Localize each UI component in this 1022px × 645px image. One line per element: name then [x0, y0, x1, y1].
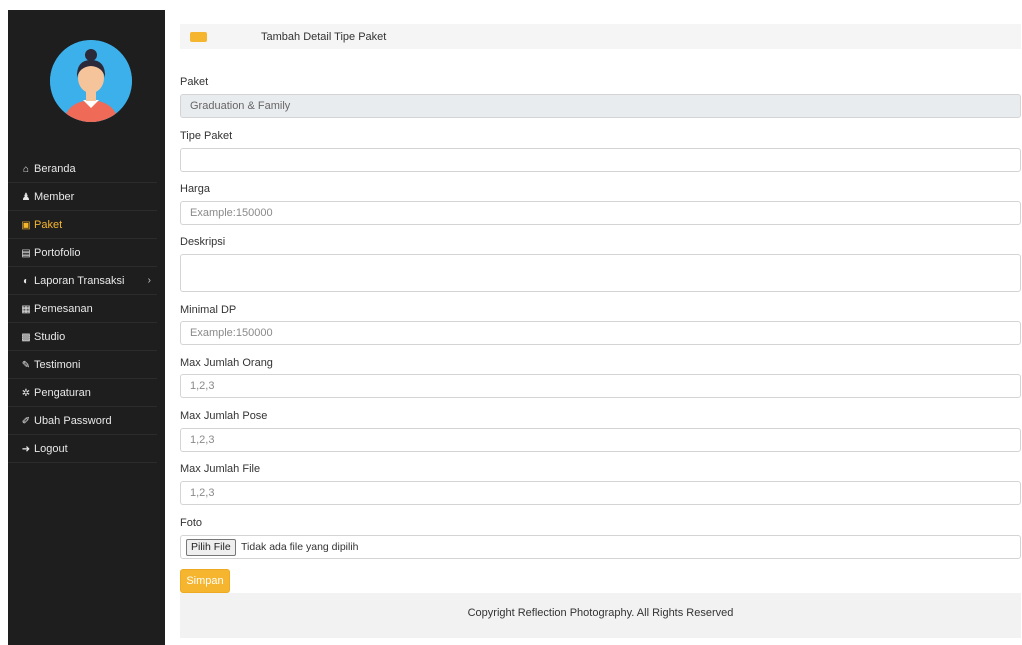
sidebar-item-testimoni[interactable]: ✎ Testimoni: [8, 351, 157, 379]
chevron-right-icon: ›: [147, 275, 151, 286]
save-button[interactable]: Simpan: [180, 569, 230, 593]
foto-file-input: Pilih File Tidak ada file yang dipilih: [180, 535, 1021, 559]
image-icon: ▣: [21, 220, 31, 231]
gear-icon: ✲: [21, 388, 31, 399]
harga-input[interactable]: [180, 201, 1021, 225]
max-pose-label: Max Jumlah Pose: [180, 410, 268, 422]
minimal-dp-input[interactable]: [180, 321, 1021, 345]
edit-icon: ✐: [21, 416, 31, 427]
sidebar-nav: ⌂ Beranda ♟ Member ▣ Paket ▤ Portofolio ◐ Lap…: [8, 155, 165, 463]
tipe-paket-input[interactable]: [180, 148, 1021, 172]
max-pose-input[interactable]: [180, 428, 1021, 452]
report-icon: ◐: [22, 276, 30, 287]
deskripsi-label: Deskripsi: [180, 236, 226, 248]
panel-header: Tambah Detail Tipe Paket: [180, 24, 1021, 49]
studio-icon: ▩: [21, 332, 31, 343]
main-content: Tambah Detail Tipe Paket Paket Tipe Pake…: [180, 24, 1021, 638]
copyright-text: Copyright Reflection Photography. All Ri…: [467, 607, 734, 619]
paket-label: Paket: [180, 76, 209, 88]
sidebar-item-member[interactable]: ♟ Member: [8, 183, 157, 211]
choose-file-button[interactable]: Pilih File: [186, 539, 236, 556]
sidebar-item-ubah-password[interactable]: ✐ Ubah Password: [8, 407, 157, 435]
pencil-icon: ✎: [21, 360, 31, 371]
sidebar-item-laporan-transaksi[interactable]: ◐ Laporan Transaksi ›: [8, 267, 157, 295]
sidebar-item-pemesanan[interactable]: ▦ Pemesanan: [8, 295, 157, 323]
sidebar-item-label: Paket: [34, 219, 63, 231]
paket-field[interactable]: [180, 94, 1021, 118]
sidebar-item-paket[interactable]: ▣ Paket: [8, 211, 157, 239]
sidebar-item-label: Pemesanan: [34, 303, 93, 315]
sidebar-item-logout[interactable]: ➜ Logout: [8, 435, 157, 463]
deskripsi-textarea[interactable]: [180, 254, 1021, 292]
tipe-paket-label: Tipe Paket: [180, 130, 233, 142]
sidebar-item-label: Laporan Transaksi: [34, 275, 125, 287]
sidebar-item-studio[interactable]: ▩ Studio: [8, 323, 157, 351]
minimal-dp-label: Minimal DP: [180, 304, 237, 316]
sidebar-item-beranda[interactable]: ⌂ Beranda: [8, 155, 157, 183]
max-file-label: Max Jumlah File: [180, 463, 261, 475]
users-icon: ♟: [21, 192, 31, 203]
sidebar-item-label: Beranda: [34, 163, 76, 175]
sidebar-item-label: Studio: [34, 331, 66, 343]
sidebar-item-portofolio[interactable]: ▤ Portofolio: [8, 239, 157, 267]
foto-label: Foto: [180, 517, 203, 529]
sidebar-item-label: Ubah Password: [34, 415, 112, 427]
max-file-input[interactable]: [180, 481, 1021, 505]
header-tag-icon: [190, 32, 207, 42]
home-icon: ⌂: [22, 164, 30, 175]
sidebar: ⌂ Beranda ♟ Member ▣ Paket ▤ Portofolio ◐ Lap…: [8, 10, 165, 645]
sidebar-item-pengaturan[interactable]: ✲ Pengaturan: [8, 379, 157, 407]
book-icon: ▤: [21, 248, 31, 259]
calendar-icon: ▦: [21, 304, 31, 315]
sidebar-item-label: Testimoni: [34, 359, 81, 371]
page-title: Tambah Detail Tipe Paket: [261, 31, 387, 43]
user-avatar: [50, 40, 132, 122]
max-orang-input[interactable]: [180, 374, 1021, 398]
logout-icon: ➜: [21, 444, 31, 455]
sidebar-item-label: Member: [34, 191, 75, 203]
sidebar-item-label: Portofolio: [34, 247, 81, 259]
max-orang-label: Max Jumlah Orang: [180, 357, 273, 369]
footer: Copyright Reflection Photography. All Ri…: [180, 593, 1021, 638]
harga-label: Harga: [180, 183, 210, 195]
sidebar-item-label: Pengaturan: [34, 387, 91, 399]
file-status-text: Tidak ada file yang dipilih: [241, 541, 359, 553]
sidebar-item-label: Logout: [34, 443, 68, 455]
